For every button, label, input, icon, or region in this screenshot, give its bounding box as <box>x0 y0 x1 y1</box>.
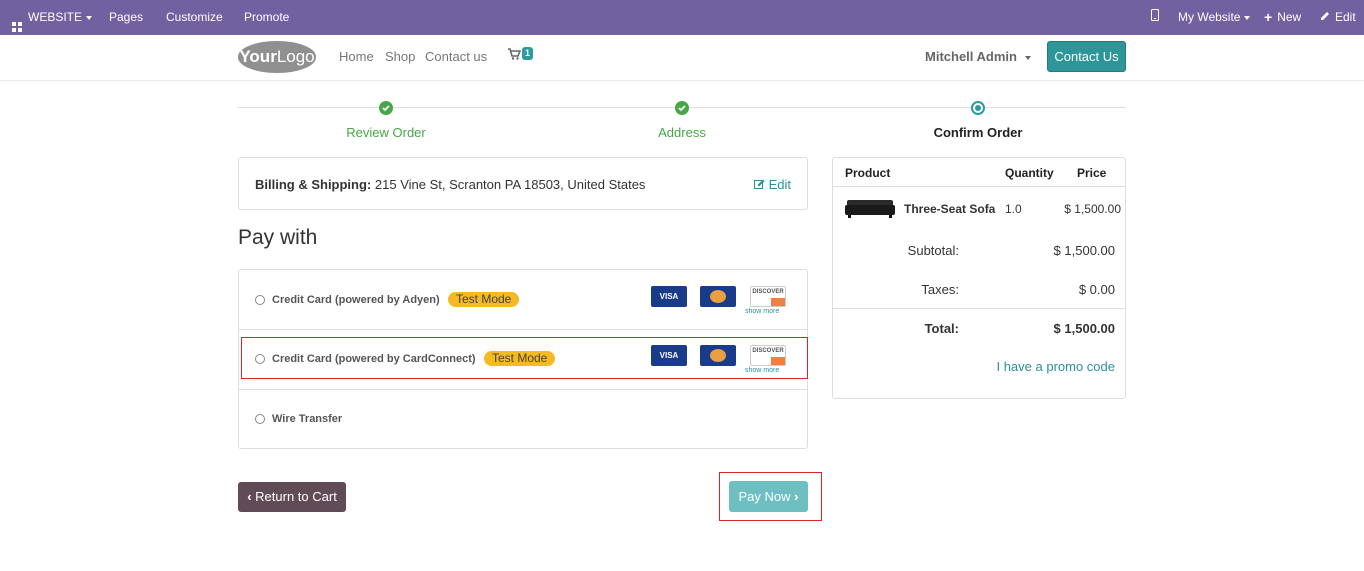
customize-menu[interactable]: Customize <box>166 0 223 35</box>
nav-contact-us[interactable]: Contact us <box>425 49 487 64</box>
caret-down-icon <box>1024 55 1031 60</box>
billing-label: Billing & Shipping: <box>255 177 372 192</box>
price-column-header: Price <box>1077 166 1107 180</box>
nav-home[interactable]: Home <box>339 49 374 64</box>
site-header: YourLogo Home Shop Contact us 1 Mitchell… <box>0 35 1364 81</box>
return-to-cart-label: Return to Cart <box>255 489 337 504</box>
nav-shop[interactable]: Shop <box>385 49 415 64</box>
user-menu[interactable]: Mitchell Admin <box>925 49 1031 64</box>
payment-method-name: Credit Card (powered by Adyen) <box>272 294 440 306</box>
caret-down-icon <box>86 15 93 20</box>
visa-card-icon: VISA <box>651 286 687 307</box>
subtotal-label: Subtotal: <box>907 243 959 258</box>
step-done-check-icon <box>379 101 393 115</box>
chevron-right-icon: › <box>794 489 799 504</box>
cart-icon[interactable] <box>507 47 522 66</box>
taxes-value: $ 0.00 <box>1078 282 1115 297</box>
discover-card-icon: DISCOVER <box>750 286 786 307</box>
product-column-header: Product <box>845 166 891 180</box>
step-confirm-order: Confirm Order <box>933 125 1023 140</box>
grid-icon <box>12 13 22 32</box>
pay-with-title: Pay with <box>238 226 318 249</box>
edit-address-link[interactable]: Edit <box>753 177 791 192</box>
pencil-icon <box>1320 2 1330 33</box>
quantity-column-header: Quantity <box>1005 166 1054 180</box>
divider <box>833 186 1125 187</box>
payment-radio[interactable] <box>255 295 265 305</box>
payment-radio[interactable] <box>255 414 265 424</box>
pay-now-label: Pay Now <box>738 489 791 504</box>
my-website-label: My Website <box>1178 10 1241 24</box>
payment-method-name: Wire Transfer <box>272 413 343 425</box>
highlight-box <box>241 337 808 379</box>
step-review-order[interactable]: Review Order <box>316 125 456 140</box>
pages-menu[interactable]: Pages <box>109 0 143 35</box>
contact-us-button[interactable]: Contact Us <box>1047 41 1126 72</box>
my-website-menu[interactable]: My Website <box>1178 0 1251 35</box>
show-more-link[interactable]: show more <box>745 308 779 315</box>
plus-icon: + <box>1264 9 1273 25</box>
step-address[interactable]: Address <box>612 125 752 140</box>
cart-count-badge: 1 <box>522 47 534 60</box>
total-value: $ 1,500.00 <box>1053 321 1115 336</box>
step-current-icon <box>971 101 985 115</box>
return-to-cart-button[interactable]: ‹ Return to Cart <box>238 482 346 512</box>
edit-icon <box>753 177 769 192</box>
billing-address: 215 Vine St, Scranton PA 18503, United S… <box>374 177 646 192</box>
chevron-left-icon: ‹ <box>247 489 252 504</box>
mobile-preview-button[interactable] <box>1151 0 1159 35</box>
new-label: New <box>1277 10 1302 24</box>
product-name: Three-Seat Sofa <box>904 202 996 216</box>
total-label: Total: <box>924 321 959 336</box>
product-quantity: 1.0 <box>1005 202 1022 216</box>
promote-menu[interactable]: Promote <box>244 0 289 35</box>
order-summary: Product Quantity Price Three-Seat Sofa 1… <box>832 157 1126 399</box>
promo-code-link[interactable]: I have a promo code <box>996 359 1115 374</box>
payment-method-adyen[interactable]: Credit Card (powered by Adyen) Test Mode… <box>239 270 807 330</box>
divider <box>833 308 1125 309</box>
product-price: $ 1,500.00 <box>1064 202 1121 216</box>
website-menu-label: WEBSITE <box>28 10 83 24</box>
admin-bar: WEBSITE Pages Customize Promote My Websi… <box>0 0 1364 35</box>
user-name: Mitchell Admin <box>925 49 1017 64</box>
caret-down-icon <box>1244 15 1251 20</box>
sofa-thumbnail <box>845 196 895 220</box>
taxes-label: Taxes: <box>921 282 959 297</box>
edit-label: Edit <box>768 177 791 192</box>
step-done-check-icon <box>675 101 689 115</box>
mobile-icon <box>1151 2 1159 33</box>
website-menu[interactable]: WEBSITE <box>12 0 93 35</box>
edit-button[interactable]: Edit <box>1320 0 1356 35</box>
subtotal-value: $ 1,500.00 <box>1053 243 1115 258</box>
site-logo[interactable]: YourLogo <box>238 41 316 73</box>
mastercard-icon <box>700 286 736 307</box>
payment-method-wire-transfer[interactable]: Wire Transfer <box>239 390 807 450</box>
new-button[interactable]: + New <box>1264 0 1301 35</box>
test-mode-badge: Test Mode <box>448 292 520 307</box>
pay-now-button[interactable]: Pay Now › <box>729 481 808 512</box>
edit-label: Edit <box>1335 10 1356 24</box>
billing-shipping-box: Billing & Shipping: 215 Vine St, Scranto… <box>238 157 808 210</box>
